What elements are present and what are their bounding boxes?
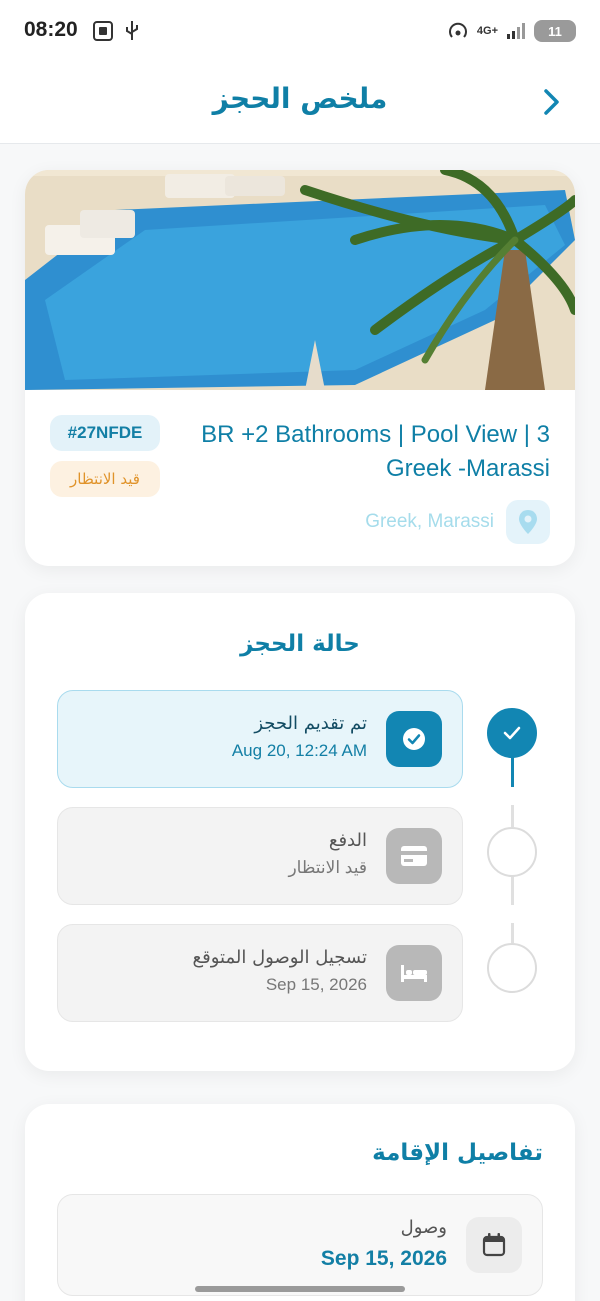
stay-details-card: تفاصيل الإقامة وصول Sep 15, 2026	[25, 1104, 575, 1301]
location-pin-icon	[519, 510, 537, 534]
step-subtitle: Sep 15, 2026	[265, 975, 367, 994]
status-bar: 08:20 4G+ 11	[0, 0, 600, 64]
booking-status-badge: قيد الانتظار	[50, 461, 160, 497]
location-text: Greek, Marassi	[365, 511, 494, 532]
timeline-line	[511, 805, 514, 827]
location-row: Greek, Marassi	[365, 500, 550, 544]
network-type: 4G+	[476, 25, 498, 37]
signal-icon	[507, 23, 525, 39]
detail-icon-box	[466, 1217, 522, 1273]
app-header: ملخص الحجز	[0, 64, 600, 144]
step-subtitle: Aug 20, 12:24 AM	[231, 741, 367, 760]
step-icon-box	[386, 945, 442, 1001]
booking-status-card: حالة الحجز تم تقديم الحجز Aug 20, 12:24 …	[25, 593, 575, 1071]
bed-icon	[401, 965, 427, 982]
step-title: الدفع	[328, 830, 367, 851]
timeline-step-done	[487, 708, 537, 758]
checkin-date: Sep 15, 2026	[320, 1247, 447, 1270]
calendar-icon	[482, 1233, 506, 1257]
step-title: تسجيل الوصول المتوقع	[192, 947, 367, 968]
booking-status-title: حالة الحجز	[240, 631, 360, 657]
home-indicator[interactable]	[195, 1286, 405, 1292]
checkin-detail: وصول Sep 15, 2026	[57, 1194, 543, 1296]
check-icon	[503, 726, 521, 740]
timeline-step-pending	[487, 827, 537, 877]
stay-details-title: تفاصيل الإقامة	[372, 1140, 543, 1166]
step-expected-checkin: تسجيل الوصول المتوقع Sep 15, 2026	[57, 924, 463, 1022]
timeline-line	[511, 923, 514, 943]
credit-card-icon	[401, 846, 427, 866]
step-payment: الدفع قيد الانتظار	[57, 807, 463, 905]
step-booking-submitted: تم تقديم الحجز Aug 20, 12:24 AM	[57, 690, 463, 788]
step-icon-box	[386, 711, 442, 767]
status-left-icons	[92, 20, 140, 42]
hotspot-icon	[448, 22, 467, 38]
screenshot-icon	[93, 21, 113, 41]
checkin-label: وصول	[400, 1217, 447, 1238]
listing-title: BR +2 Bathrooms | Pool View | 3 Greek -M…	[201, 421, 550, 482]
back-button[interactable]	[534, 84, 570, 120]
location-pin-box	[506, 500, 550, 544]
usb-icon	[126, 21, 138, 40]
listing-card[interactable]: BR +2 Bathrooms | Pool View | 3 Greek -M…	[25, 170, 575, 566]
check-circle-icon	[403, 728, 425, 750]
battery-indicator: 11	[534, 20, 576, 42]
timeline-line	[511, 757, 514, 787]
step-title: تم تقديم الحجز	[254, 713, 367, 734]
booking-reference-badge: #27NFDE	[50, 415, 160, 451]
status-right-icons: 4G+ 11	[447, 20, 576, 42]
step-icon-box	[386, 828, 442, 884]
timeline-line	[511, 875, 514, 905]
back-chevron-icon	[544, 89, 559, 115]
property-photo	[25, 170, 575, 390]
step-subtitle: قيد الانتظار	[288, 858, 367, 877]
page-title: ملخص الحجز	[212, 82, 388, 115]
timeline-step-pending	[487, 943, 537, 993]
battery-level: 11	[548, 23, 562, 39]
status-time: 08:20	[24, 18, 78, 41]
